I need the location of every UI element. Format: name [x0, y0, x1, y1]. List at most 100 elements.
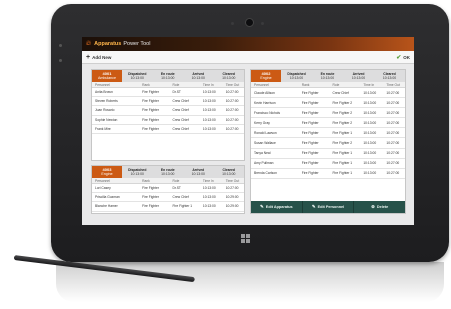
table-cell: Fire Fighter [142, 99, 159, 104]
unit-badge[interactable]: 4003 Engine [92, 166, 122, 178]
table-row[interactable]: Priscilla Guzman Fire Fighter Crew Chief 10… [92, 193, 244, 203]
status-arrived: Arrived 10:13:00 [343, 70, 374, 82]
table-row[interactable]: Steven Roberts Fire Fighter Crew Chief 10:1… [92, 97, 244, 107]
table-cell: Crew Chief [332, 90, 349, 95]
column-header: Rank [301, 82, 310, 87]
column-header: Time Out [386, 82, 400, 87]
table-row[interactable]: Lori Casey Fire Fighter Dr.ST 10:13:00 10:27… [92, 184, 244, 194]
plus-icon: + [86, 53, 91, 61]
column-header: Time Out [225, 82, 240, 87]
unit-badge[interactable]: 4002 Engine [251, 70, 281, 82]
edit-apparatus-button[interactable]: ✎ Edit Apparatus [251, 201, 303, 213]
ok-button[interactable]: ✔ OK [396, 54, 410, 61]
table-cell: 10:27:00 [386, 151, 400, 156]
column-header: Personnel [95, 82, 110, 87]
status-time: 10:13:00 [351, 76, 366, 80]
column-header: Time In [202, 82, 214, 87]
edit-personnel-button[interactable]: ✎ Edit Personnel [303, 201, 355, 213]
table-cell: 10:13:00 [363, 141, 377, 146]
table-cell: Dr.ST [172, 186, 181, 191]
app-screen: 🔥︎ Apparatus Power Tool + Add New ✔ OK 4… [82, 37, 414, 225]
table-cell: Fire Fighter [301, 151, 319, 156]
column-header: Role [332, 82, 340, 87]
table-cell: 10:27:00 [225, 90, 239, 95]
apparatus-header: 4003 Engine Dispatched 10:13:00 En route 10:1… [92, 166, 244, 178]
table-row[interactable]: Francisco Nichols Fire Fighter Fire Fighte… [251, 108, 405, 119]
table-row[interactable]: Blanche Hamer Fire Fighter Fire Fighter 1 1… [92, 202, 244, 212]
table-cell: Anita Brown [95, 90, 113, 95]
table-cell: 10:27:00 [225, 108, 239, 113]
table-cell: Fire Fighter [301, 141, 319, 146]
unit-type: Engine [260, 76, 272, 80]
ok-label: OK [403, 54, 410, 60]
table-cell: 10:13:00 [202, 99, 216, 104]
status-time: 10:13:00 [222, 172, 236, 176]
table-cell: 10:13:00 [202, 117, 216, 122]
table-cell: Fire Fighter 2 [332, 120, 353, 125]
status-dispatched: Dispatched 10:13:00 [281, 70, 312, 82]
table-cell: Tanya Neal [254, 151, 271, 156]
table-row[interactable]: Anita Brown Fire Fighter Dr.ST 10:13:00 10:2… [92, 88, 244, 98]
table-cell: 10:27:00 [386, 100, 400, 105]
delete-button[interactable]: ⊗ Delete [354, 201, 405, 213]
table-cell: 10:27:00 [386, 161, 400, 166]
table-cell: Ronald Lawson [254, 130, 277, 135]
table-cell: 10:27:00 [386, 171, 400, 176]
table-row[interactable]: Frank Mire Fire Fighter Crew Chief 10:13:00… [92, 125, 244, 134]
status-time: 10:13:00 [130, 172, 144, 176]
camera-icon [245, 18, 254, 27]
status-time: 10:13:00 [161, 172, 175, 176]
table-cell: Sophie Newton [95, 117, 118, 122]
table-cell: Blanche Hamer [95, 204, 118, 209]
status-dispatched: Dispatched 10:13:00 [122, 166, 153, 178]
table-cell: Claude Allison [254, 90, 275, 95]
table-row[interactable]: Claude Allison Fire Fighter Crew Chief 10:1… [251, 88, 405, 99]
status-en-route: En route 10:13:00 [153, 166, 184, 178]
pencil-icon: ✎ [260, 204, 264, 209]
status-en-route: En route 10:13:00 [153, 70, 184, 82]
add-new-label: Add New [92, 54, 112, 60]
add-new-button[interactable]: + Add New [86, 54, 111, 61]
table-cell: Fire Fighter 1 [332, 130, 353, 135]
status-cleared: Cleared 10:13:00 [374, 70, 405, 82]
table-cell: Fire Fighter [142, 90, 159, 95]
table-cell: Amy Pullman [254, 161, 274, 166]
table-cell: 10:13:00 [363, 130, 377, 135]
table-cell: Fire Fighter 2 [332, 100, 353, 105]
column-header: Time In [363, 82, 375, 87]
table-cell: Fire Fighter [301, 110, 319, 115]
table-row[interactable]: Juan Rosario Fire Fighter Crew Chief 10:13:… [92, 106, 244, 116]
table-row[interactable]: Kerry Gray Fire Fighter Fire Fighter 2 10:1… [251, 118, 405, 129]
pencil-icon: ✎ [311, 204, 316, 209]
status-time: 10:13:00 [382, 76, 397, 80]
table-row[interactable]: Sophie Newton Fire Fighter Crew Chief 10:13… [92, 116, 244, 125]
table-cell: 10:13:00 [363, 120, 377, 125]
column-header: Time Out [225, 178, 240, 183]
table-cell: 10:27:00 [225, 126, 239, 131]
table-row[interactable]: Susan Wallace Fire Fighter Fire Fighter 2 1… [251, 138, 405, 149]
table-cell: Fire Fighter 1 [332, 171, 353, 176]
table-row[interactable]: Amy Pullman Fire Fighter Fire Fighter 1 10:… [251, 159, 405, 169]
table-cell: Fire Fighter [301, 171, 319, 176]
table-cell: 10:27:00 [386, 110, 400, 115]
unit-badge[interactable]: 4001 Ambulance [92, 70, 122, 82]
table-cell: Fire Fighter [301, 120, 319, 125]
table-row[interactable]: Ronald Lawson Fire Fighter Fire Fighter 1 1… [251, 128, 405, 139]
sensor-dot [231, 22, 234, 25]
table-cell: Fire Fighter 1 [332, 161, 353, 166]
windows-logo-icon[interactable] [241, 234, 251, 244]
status-time: 10:13:00 [289, 76, 304, 80]
edit-apparatus-label: Edit Apparatus [265, 205, 293, 209]
table-row[interactable]: Tanya Neal Fire Fighter Fire Fighter 1 10:1… [251, 149, 405, 159]
table-row[interactable]: Kevin Harrison Fire Fighter Fire Fighter 2… [251, 98, 405, 109]
table-cell: Kevin Harrison [254, 100, 276, 105]
app-title-rest: Power Tool [123, 41, 151, 47]
table-cell: 10:27:00 [225, 99, 239, 104]
table-cell: Fire Fighter [142, 195, 159, 200]
table-cell: Crew Chief [172, 108, 189, 113]
table-row[interactable]: Brenda Carlson Fire Fighter Fire Fighter 1… [251, 169, 405, 179]
table-cell: Brenda Carlson [254, 171, 277, 176]
check-icon: ✔ [396, 54, 402, 61]
table-cell: Fire Fighter 1 [332, 151, 353, 156]
status-time: 10:13:00 [222, 76, 236, 80]
